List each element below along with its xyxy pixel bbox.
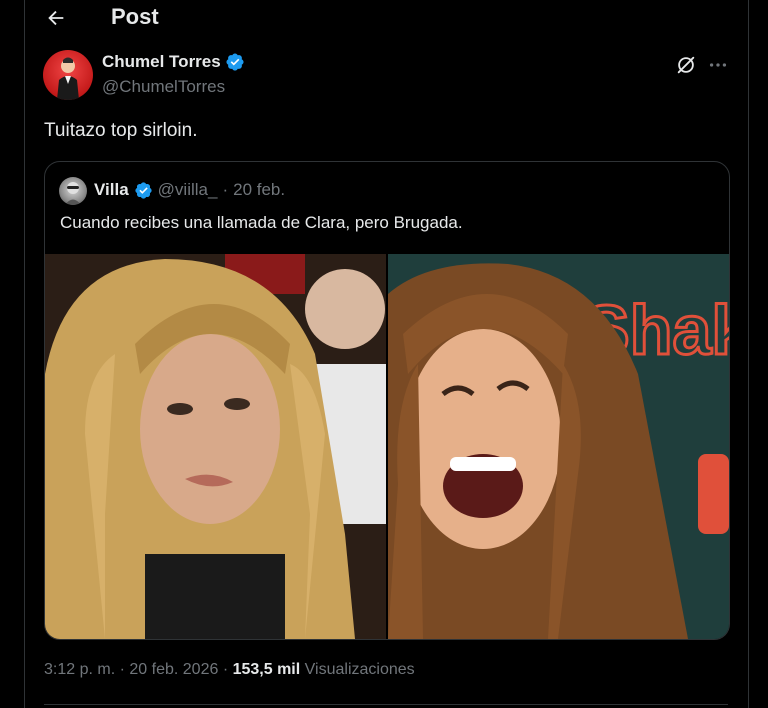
- author-name[interactable]: Chumel Torres: [102, 52, 245, 72]
- divider: [44, 704, 728, 705]
- views-label: Visualizaciones: [304, 661, 415, 678]
- page-title: Post: [111, 4, 159, 29]
- author-avatar[interactable]: [43, 50, 93, 100]
- timeline-left-border: [24, 0, 25, 708]
- verified-badge-icon: [226, 53, 244, 71]
- post-date[interactable]: 20 feb. 2026: [129, 661, 218, 678]
- quoted-post-date[interactable]: 20 feb.: [233, 180, 285, 200]
- post-meta: 3:12 p. m. · 20 feb. 2026 · 153,5 mil Vi…: [44, 661, 415, 679]
- back-button[interactable]: [42, 4, 70, 32]
- views-count: 153,5 mil: [232, 661, 301, 678]
- verified-badge-icon: [135, 181, 152, 199]
- quoted-post-text: Cuando recibes una llamada de Clara, per…: [60, 213, 463, 232]
- quoted-author-handle[interactable]: @viilla_: [158, 180, 218, 200]
- quoted-author-avatar[interactable]: [59, 177, 87, 205]
- author-name-text: Chumel Torres: [102, 52, 221, 71]
- arrow-left-icon: [48, 10, 64, 26]
- quoted-post-header: Villa @viilla_ · 20 feb.: [94, 180, 285, 200]
- photo-left-art: [45, 254, 386, 639]
- quoted-photo-right[interactable]: Shak: [388, 254, 729, 639]
- quoted-photo-left[interactable]: [45, 254, 386, 639]
- grok-button[interactable]: [674, 53, 698, 77]
- more-horizontal-icon: [709, 63, 727, 67]
- meta-separator-2: ·: [222, 661, 229, 678]
- photo-right-art: Shak: [388, 254, 729, 639]
- quoted-separator: ·: [222, 180, 229, 199]
- avatar-figure: [57, 57, 79, 100]
- more-button[interactable]: [706, 53, 730, 77]
- quoted-avatar-figure: [65, 182, 81, 205]
- post-time[interactable]: 3:12 p. m.: [44, 661, 115, 678]
- quoted-post[interactable]: Villa @viilla_ · 20 feb. Cuando recibes …: [44, 161, 730, 640]
- quoted-post-media[interactable]: Shak: [45, 254, 729, 639]
- author-handle[interactable]: @ChumelTorres: [102, 77, 225, 97]
- quoted-author-name[interactable]: Villa: [94, 180, 129, 200]
- timeline-right-border: [748, 0, 749, 708]
- grok-icon: [677, 56, 695, 74]
- page-header: Post: [0, 0, 768, 36]
- post-text: Tuitazo top sirloin.: [44, 120, 198, 141]
- meta-separator: ·: [119, 661, 125, 678]
